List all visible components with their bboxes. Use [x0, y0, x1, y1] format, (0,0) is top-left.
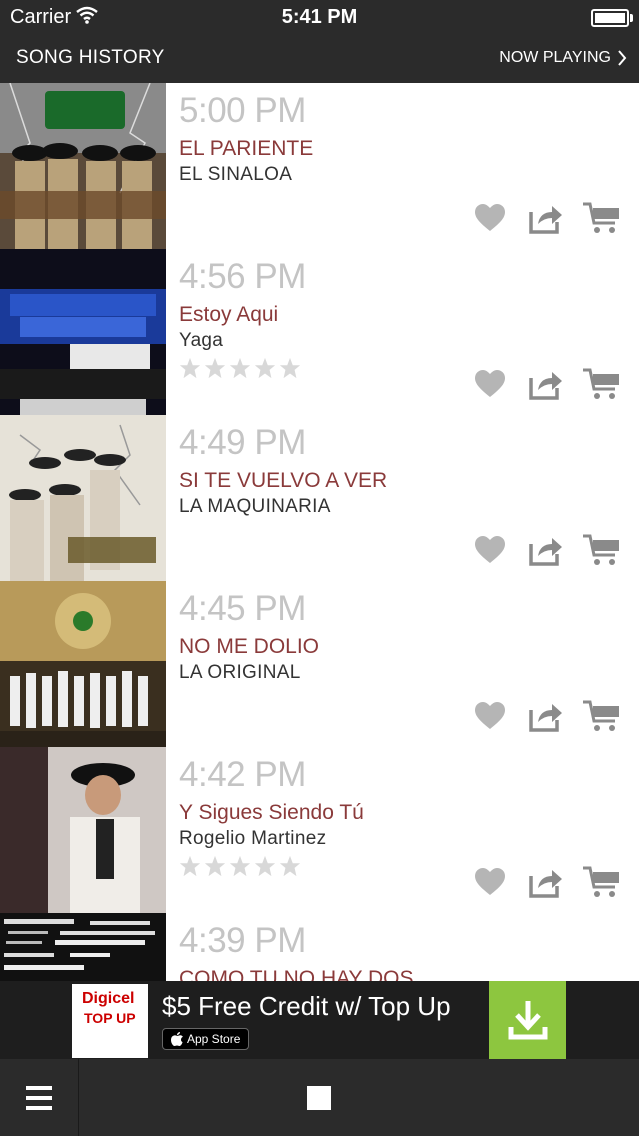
song-title: NO ME DOLIO — [179, 635, 320, 658]
artist-name: Rogelio Martinez — [179, 828, 327, 849]
buy-button[interactable] — [583, 865, 621, 899]
played-time: 4:56 PM — [179, 257, 306, 296]
artist-name: LA MAQUINARIA — [179, 496, 331, 517]
app-store-label: App Store — [187, 1032, 241, 1046]
song-row[interactable]: 5:00 PM EL PARIENTE EL SINALOA — [0, 83, 639, 249]
app-store-badge[interactable]: App Store — [162, 1028, 250, 1050]
artist-name: Yaga — [179, 330, 224, 351]
like-button[interactable] — [471, 201, 509, 235]
share-icon — [529, 870, 562, 898]
clock: 5:41 PM — [281, 6, 358, 28]
song-title: EL PARIENTE — [179, 137, 314, 160]
played-time: 4:45 PM — [179, 589, 306, 628]
cart-icon — [583, 700, 619, 731]
star-icon[interactable] — [254, 855, 276, 877]
share-button[interactable] — [527, 865, 565, 899]
star-icon[interactable] — [229, 357, 251, 379]
played-time: 4:42 PM — [179, 755, 306, 794]
artist-name: EL SINALOA — [179, 164, 293, 185]
like-button[interactable] — [471, 533, 509, 567]
song-row[interactable]: 4:42 PM Y Sigues Siendo Tú Rogelio Marti… — [0, 747, 639, 913]
share-button[interactable] — [527, 533, 565, 567]
buy-button[interactable] — [583, 699, 621, 733]
buy-button[interactable] — [583, 367, 621, 401]
apple-icon — [171, 1032, 183, 1046]
cart-icon — [583, 202, 619, 233]
artist-name: LA ORIGINAL — [179, 662, 301, 683]
like-button[interactable] — [471, 367, 509, 401]
star-icon[interactable] — [254, 357, 276, 379]
star-icon[interactable] — [229, 855, 251, 877]
like-button[interactable] — [471, 699, 509, 733]
now-playing-button[interactable]: NOW PLAYING — [499, 49, 627, 67]
song-title: COMO TU NO HAY DOS — [179, 967, 414, 981]
download-icon — [508, 1001, 547, 1040]
heart-icon — [475, 702, 505, 729]
song-title: Estoy Aqui — [179, 303, 279, 326]
menu-button[interactable] — [0, 1059, 79, 1136]
song-title: Y Sigues Siendo Tú — [179, 801, 364, 824]
star-icon[interactable] — [279, 855, 301, 877]
album-cover — [0, 83, 166, 249]
cart-icon — [583, 534, 619, 565]
now-playing-label: NOW PLAYING — [499, 49, 611, 66]
share-button[interactable] — [527, 699, 565, 733]
share-icon — [529, 704, 562, 732]
song-history-list[interactable]: 5:00 PM EL PARIENTE EL SINALOA 4:56 PM E… — [0, 83, 639, 981]
cart-icon — [583, 866, 619, 897]
battery-icon — [591, 9, 633, 27]
bottom-toolbar — [0, 1059, 639, 1136]
digicel-logo: Digicel TOP UP — [72, 984, 148, 1058]
song-title: SI TE VUELVO A VER — [179, 469, 388, 492]
album-cover — [0, 249, 166, 415]
song-row[interactable]: 4:39 PM COMO TU NO HAY DOS — [0, 913, 639, 981]
ad-brand: Digicel — [82, 990, 135, 1007]
played-time: 4:39 PM — [179, 921, 306, 960]
star-icon[interactable] — [179, 855, 201, 877]
share-icon — [529, 372, 562, 400]
heart-icon — [475, 370, 505, 397]
star-icon[interactable] — [179, 357, 201, 379]
share-button[interactable] — [527, 367, 565, 401]
song-row[interactable]: 4:45 PM NO ME DOLIO LA ORIGINAL — [0, 581, 639, 747]
album-cover — [0, 581, 166, 747]
page-title: SONG HISTORY — [16, 47, 165, 68]
album-cover — [0, 747, 166, 913]
buy-button[interactable] — [583, 533, 621, 567]
ad-brand-sub: TOP UP — [84, 1010, 136, 1026]
ad-banner[interactable]: Digicel TOP UP $5 Free Credit w/ Top Up … — [0, 981, 639, 1059]
heart-icon — [475, 536, 505, 563]
nav-bar: SONG HISTORY NOW PLAYING — [0, 34, 639, 83]
star-icon[interactable] — [279, 357, 301, 379]
album-cover — [0, 913, 166, 981]
share-icon — [529, 538, 562, 566]
buy-button[interactable] — [583, 201, 621, 235]
stop-button[interactable] — [307, 1086, 331, 1110]
heart-icon — [475, 204, 505, 231]
chevron-right-icon — [618, 50, 627, 66]
star-icon[interactable] — [204, 855, 226, 877]
like-button[interactable] — [471, 865, 509, 899]
share-button[interactable] — [527, 201, 565, 235]
heart-icon — [475, 868, 505, 895]
ad-headline: $5 Free Credit w/ Top Up — [162, 991, 451, 1021]
star-rating[interactable] — [179, 357, 301, 379]
star-icon[interactable] — [204, 357, 226, 379]
song-row[interactable]: 4:49 PM SI TE VUELVO A VER LA MAQUINARIA — [0, 415, 639, 581]
played-time: 4:49 PM — [179, 423, 306, 462]
status-bar: Carrier 5:41 PM — [0, 0, 639, 34]
download-button[interactable] — [489, 981, 566, 1059]
played-time: 5:00 PM — [179, 91, 306, 130]
cart-icon — [583, 368, 619, 399]
star-rating[interactable] — [179, 855, 301, 877]
share-icon — [529, 206, 562, 234]
hamburger-menu-icon — [26, 1085, 52, 1110]
album-cover — [0, 415, 166, 581]
song-row[interactable]: 4:56 PM Estoy Aqui Yaga — [0, 249, 639, 415]
